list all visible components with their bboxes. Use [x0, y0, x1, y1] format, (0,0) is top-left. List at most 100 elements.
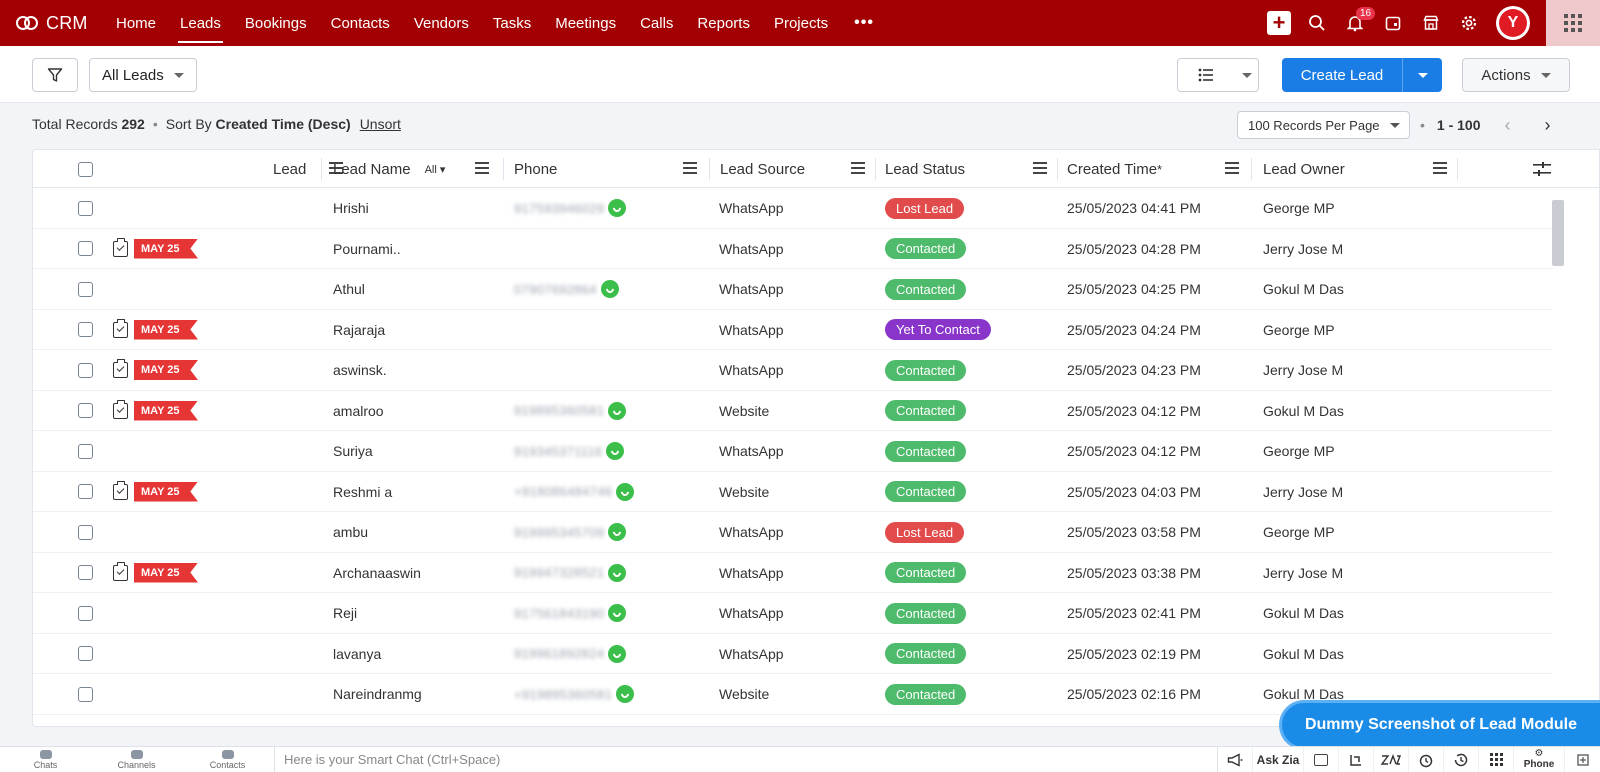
quick-create-button[interactable]: + — [1260, 0, 1298, 46]
column-lead-owner[interactable]: Lead Owner — [1251, 150, 1457, 188]
whatsapp-icon[interactable] — [616, 482, 635, 501]
lead-name-cell[interactable]: Athul — [333, 269, 365, 309]
settings-button[interactable] — [1450, 0, 1488, 46]
actions-dropdown[interactable]: Actions — [1462, 58, 1570, 92]
previous-page-button[interactable]: ‹ — [1495, 112, 1521, 138]
lead-name-cell[interactable]: Suriya — [333, 431, 373, 471]
contacts-button[interactable]: Contacts — [182, 747, 273, 772]
select-all-checkbox[interactable] — [78, 150, 93, 188]
whatsapp-icon[interactable] — [608, 523, 627, 541]
lead-name-cell[interactable]: ambu — [333, 512, 368, 552]
history-button[interactable] — [1444, 746, 1479, 772]
whatsapp-icon[interactable] — [608, 401, 627, 420]
table-row[interactable]: Reji 917561843190 WhatsApp Contacted 25/05/2… — [33, 593, 1553, 634]
create-lead-dropdown[interactable] — [1402, 58, 1442, 92]
column-lead[interactable]: Lead — [133, 150, 343, 188]
zia-insights-button[interactable] — [1304, 746, 1339, 772]
expand-button[interactable] — [1565, 747, 1600, 772]
checkbox[interactable] — [78, 322, 93, 337]
row-checkbox[interactable] — [78, 229, 93, 269]
lead-name-cell[interactable]: Archanaaswin — [333, 553, 421, 593]
row-checkbox[interactable] — [78, 512, 93, 552]
table-row[interactable]: MAY 25 Reshmi a +918086484746 Website Contac… — [33, 472, 1553, 512]
checkbox[interactable] — [78, 200, 93, 216]
column-phone[interactable]: Phone — [503, 150, 707, 188]
nav-tab-reports[interactable]: Reports — [685, 0, 762, 46]
row-checkbox[interactable] — [78, 350, 93, 390]
checkbox[interactable] — [78, 484, 93, 499]
column-menu-icon[interactable] — [851, 162, 865, 174]
phone-cell[interactable]: 919947328521 — [514, 553, 627, 593]
nav-tab-calls[interactable]: Calls — [628, 0, 685, 46]
table-row[interactable]: lavanya 919961892824 WhatsApp Contacted 25/0… — [33, 634, 1553, 674]
whatsapp-icon[interactable] — [608, 644, 627, 663]
task-indicator[interactable]: MAY 25 — [113, 472, 198, 512]
table-row[interactable]: MAY 25 Archanaaswin 919947328521 WhatsApp Co… — [33, 553, 1553, 593]
nav-tab-home[interactable]: Home — [104, 0, 168, 46]
lead-name-cell[interactable]: lavanya — [333, 634, 381, 674]
nav-tab-contacts[interactable]: Contacts — [319, 0, 402, 46]
table-row[interactable]: Suriya 919345371116 WhatsApp Contacted 25/05… — [33, 431, 1553, 472]
table-row[interactable]: MAY 25 Pournami.. WhatsApp Contacted 25/05/2… — [33, 229, 1553, 269]
checkbox[interactable] — [78, 524, 93, 540]
column-lead-name[interactable]: Lead Name All ▾ — [321, 150, 499, 188]
search-button[interactable] — [1298, 0, 1336, 46]
phone-cell[interactable]: 917593946029 — [514, 188, 627, 228]
marketplace-button[interactable] — [1412, 0, 1450, 46]
phone-cell[interactable]: 919995345709 — [514, 512, 627, 552]
table-row[interactable]: MAY 25 amalroo 919895360581 Website Contacte… — [33, 391, 1553, 431]
checkbox[interactable] — [78, 161, 93, 177]
checkbox[interactable] — [78, 281, 93, 297]
recent-items-button[interactable] — [1339, 746, 1374, 772]
row-checkbox[interactable] — [78, 472, 93, 512]
checkbox[interactable] — [78, 686, 93, 702]
phone-cell[interactable]: 919345371116 — [514, 431, 625, 471]
vertical-scrollbar[interactable] — [1552, 200, 1564, 266]
table-row[interactable]: ambu 919995345709 WhatsApp Lost Lead 25/05/2… — [33, 512, 1553, 553]
reminders-button[interactable] — [1409, 746, 1444, 772]
smart-chat-input[interactable]: Here is your Smart Chat (Ctrl+Space) — [274, 746, 1217, 772]
records-per-page-dropdown[interactable]: 100 Records Per Page — [1237, 111, 1410, 139]
nav-tab-projects[interactable]: Projects — [762, 0, 840, 46]
chats-button[interactable]: Chats — [0, 747, 91, 772]
row-checkbox[interactable] — [78, 310, 93, 350]
checkbox[interactable] — [78, 443, 93, 459]
crm-logo[interactable]: CRM — [0, 0, 104, 46]
lead-name-cell[interactable]: aswinsk. — [333, 350, 387, 390]
column-menu-icon[interactable] — [683, 162, 697, 174]
column-lead-source[interactable]: Lead Source — [709, 150, 875, 188]
custom-view-dropdown[interactable]: All Leads — [89, 58, 197, 92]
column-menu-icon[interactable] — [1225, 162, 1239, 174]
lead-name-cell[interactable]: amalroo — [333, 391, 384, 431]
task-indicator[interactable]: MAY 25 — [113, 310, 198, 350]
table-row[interactable]: MAY 25 Rajaraja WhatsApp Yet To Contact 25/0… — [33, 310, 1553, 350]
table-row[interactable]: Hrishi 917593946029 WhatsApp Lost Lead 25/05… — [33, 188, 1553, 229]
calendar-button[interactable] — [1374, 0, 1412, 46]
whatsapp-icon[interactable] — [608, 604, 627, 622]
column-created-time[interactable]: Created Time * — [1057, 150, 1249, 188]
row-checkbox[interactable] — [78, 593, 93, 633]
column-menu-icon[interactable] — [1433, 162, 1447, 174]
phone-cell[interactable]: 917561843190 — [514, 593, 627, 633]
task-indicator[interactable]: MAY 25 — [113, 391, 198, 431]
table-row[interactable]: MAY 25 aswinsk. WhatsApp Contacted 25/05/202… — [33, 350, 1553, 391]
phone-cell[interactable]: +919895360581 — [514, 674, 635, 714]
ask-zia-button[interactable]: Ask Zia — [1253, 746, 1304, 772]
phone-cell[interactable]: 07907692864 — [514, 269, 619, 309]
nav-tab-meetings[interactable]: Meetings — [543, 0, 628, 46]
channels-button[interactable]: Channels — [91, 747, 182, 772]
row-checkbox[interactable] — [78, 269, 93, 309]
nav-tab-vendors[interactable]: Vendors — [402, 0, 481, 46]
checkbox[interactable] — [78, 403, 93, 418]
row-checkbox[interactable] — [78, 188, 93, 228]
lead-name-cell[interactable]: Hrishi — [333, 188, 369, 228]
phone-cell[interactable]: 919961892824 — [514, 634, 627, 674]
lead-name-cell[interactable]: Reji — [333, 593, 357, 633]
create-lead-button[interactable]: Create Lead — [1282, 58, 1442, 92]
whatsapp-icon[interactable] — [600, 280, 619, 298]
row-checkbox[interactable] — [78, 391, 93, 431]
dialpad-button[interactable] — [1479, 746, 1514, 772]
nav-tab-leads[interactable]: Leads — [168, 0, 233, 46]
phone-cell[interactable]: 919895360581 — [514, 391, 627, 431]
checkbox[interactable] — [78, 646, 93, 661]
